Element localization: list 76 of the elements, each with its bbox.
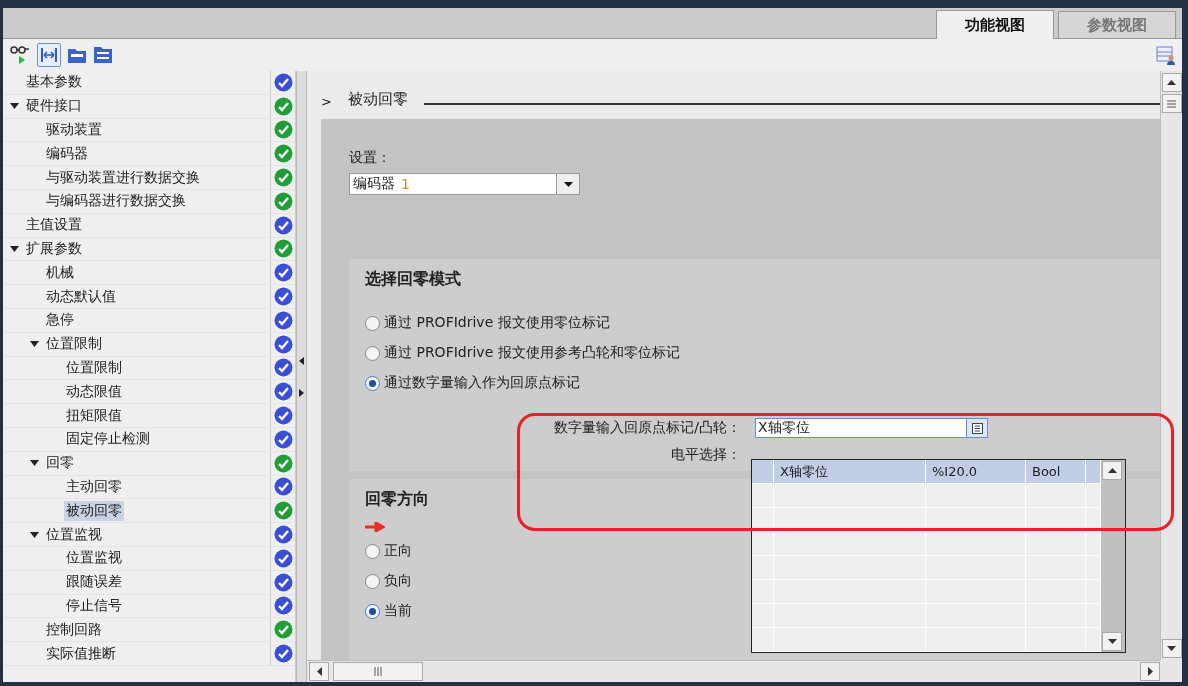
radio-label: 当前 [384, 602, 412, 620]
tree-item[interactable]: 主动回零 [64, 476, 124, 497]
tree-item[interactable]: 与驱动装置进行数据交换 [44, 167, 202, 188]
group-title: 选择回零模式 [365, 269, 462, 290]
tree-item[interactable]: 动态默认值 [44, 286, 118, 307]
group-title: 回零方向 [365, 489, 430, 510]
glasses-play-icon[interactable] [9, 45, 31, 65]
radio-label: 负向 [384, 572, 412, 590]
table-cell: %I20.0 [932, 464, 978, 479]
encoder-dropdown[interactable]: 编码器 1 [349, 173, 580, 195]
table-cell: Bool [1032, 464, 1061, 479]
input-field[interactable]: X轴零位 [755, 418, 988, 438]
expanded-triangle-icon[interactable] [9, 103, 19, 110]
radio-button[interactable] [365, 573, 380, 589]
tree-item[interactable]: 硬件接口 [24, 96, 84, 117]
tree-item[interactable]: 扭矩限值 [64, 405, 124, 426]
expanded-triangle-icon[interactable] [29, 460, 39, 467]
tree-item[interactable]: 位置限制 [44, 334, 104, 355]
horizontal-scrollbar[interactable] [307, 660, 1160, 682]
radio-button[interactable] [365, 543, 380, 559]
radio-button[interactable] [365, 315, 380, 331]
panel-user-icon[interactable] [1156, 45, 1176, 65]
section-title: 被动回零 [347, 90, 408, 109]
tree-item[interactable]: 动态限值 [64, 381, 124, 402]
radio-label: 通过 PROFIdrive 报文使用零位标记 [384, 314, 610, 332]
tree-item[interactable]: 实际值推断 [44, 643, 118, 664]
tree-item[interactable]: 被动回零 [64, 500, 124, 521]
expand-right-icon[interactable] [299, 388, 304, 397]
vertical-scrollbar[interactable] [1160, 71, 1182, 660]
field-label: 数字量输入回原点标记/凸轮： [553, 419, 742, 437]
tree-item[interactable]: 停止信号 [64, 595, 124, 616]
expanded-triangle-icon[interactable] [29, 531, 39, 538]
list-row[interactable]: X轴零位 %I20.0 Bool [752, 460, 1101, 484]
radio-label: 通过数字量输入作为回原点标记 [384, 374, 580, 392]
grip-icon[interactable] [374, 667, 382, 676]
scroll-down-icon[interactable] [1167, 646, 1176, 651]
radio-button[interactable] [365, 603, 380, 619]
tree-item[interactable]: 位置监视 [44, 524, 104, 545]
table-cell: X轴零位 [780, 462, 828, 481]
radio-button[interactable] [365, 375, 380, 391]
folder-icon[interactable] [67, 46, 87, 64]
collapse-left-icon[interactable] [299, 356, 304, 365]
tree-item[interactable]: 编码器 [44, 143, 90, 164]
split-view-button[interactable] [37, 43, 61, 67]
tree-item[interactable]: 固定停止检测 [64, 429, 152, 450]
expanded-triangle-icon[interactable] [29, 341, 39, 348]
breadcrumb-arrow: > [321, 94, 332, 109]
tree-item[interactable]: 跟随误差 [64, 572, 124, 593]
scroll-up-icon[interactable] [1107, 468, 1117, 473]
tree-item[interactable]: 急停 [44, 310, 76, 331]
tree-item[interactable]: 基本参数 [24, 72, 84, 93]
grip-icon[interactable] [1167, 99, 1176, 108]
scroll-down-icon[interactable] [1107, 639, 1117, 644]
radio-button[interactable] [365, 345, 380, 361]
radio-label: 正向 [384, 542, 412, 560]
list-icon[interactable] [971, 422, 983, 434]
tree-item[interactable]: 扩展参数 [24, 238, 84, 259]
radio-label: 通过 PROFIdrive 报文使用参考凸轮和零位标记 [384, 344, 680, 362]
scroll-left-icon[interactable] [316, 667, 322, 676]
scroll-right-icon[interactable] [1147, 667, 1153, 676]
dropdown-arrow-icon [563, 181, 573, 187]
view-tab[interactable]: 功能视图 [936, 10, 1054, 39]
tree-item[interactable]: 机械 [44, 262, 76, 283]
tree-item[interactable]: 回零 [44, 453, 76, 474]
settings-label: 设置： [349, 149, 392, 167]
tree-item[interactable]: 位置限制 [64, 357, 124, 378]
folder-list-icon[interactable] [93, 46, 113, 64]
expanded-triangle-icon[interactable] [9, 245, 19, 252]
tree-item[interactable]: 驱动装置 [44, 120, 104, 140]
tree-item[interactable]: 主值设置 [24, 215, 84, 236]
arrow-right-icon [365, 522, 385, 532]
tree-item[interactable]: 与编码器进行数据交换 [44, 191, 188, 212]
scroll-up-icon[interactable] [1167, 80, 1176, 85]
field-label: 电平选择： [670, 446, 742, 464]
tree-item[interactable]: 控制回路 [44, 619, 104, 640]
tree-item[interactable]: 位置监视 [64, 548, 124, 569]
